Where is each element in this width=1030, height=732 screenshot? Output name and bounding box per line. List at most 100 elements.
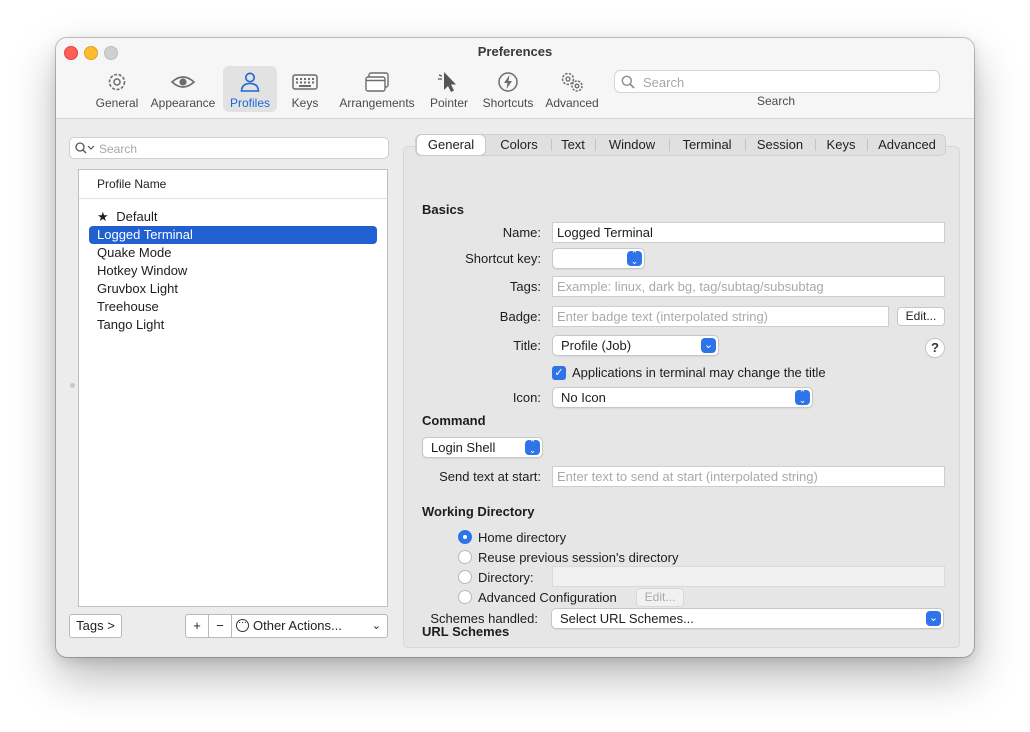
- person-icon: [240, 72, 260, 92]
- wd-home-label: Home directory: [478, 530, 567, 545]
- keyboard-icon: [292, 74, 318, 90]
- tab-separator: [595, 139, 596, 151]
- tab-colors[interactable]: Colors: [488, 135, 550, 155]
- updown-chevron-icon: ⌃ ⌄: [795, 389, 810, 405]
- profile-tabs: General Colors Text Window Terminal Sess…: [415, 134, 946, 156]
- command-section-title: Command: [422, 413, 486, 428]
- wd-directory-radio[interactable]: [458, 570, 472, 584]
- split-view-handle[interactable]: [70, 383, 75, 388]
- wd-reuse-label: Reuse previous session's directory: [478, 550, 679, 565]
- windows-icon: [365, 72, 389, 92]
- other-actions-label: Other Actions...: [253, 618, 342, 633]
- profile-name-column-header[interactable]: Profile Name: [79, 170, 387, 199]
- gears-icon: [561, 72, 583, 92]
- wd-home-radio[interactable]: [458, 530, 472, 544]
- tab-separator: [815, 139, 816, 151]
- toolbar: Preferences General Appearance Profiles …: [56, 38, 974, 119]
- profile-name: Treehouse: [97, 299, 159, 314]
- url-schemes-section-title: URL Schemes: [422, 624, 510, 639]
- command-popup[interactable]: Login Shell ⌃ ⌄: [422, 437, 543, 458]
- tab-general[interactable]: General: [417, 135, 485, 155]
- profile-row-hotkey-window[interactable]: Hotkey Window: [89, 262, 377, 280]
- preferences-search-input[interactable]: [641, 72, 935, 92]
- profile-search[interactable]: [69, 137, 389, 159]
- wd-directory-label: Directory:: [478, 570, 534, 585]
- chevron-down-icon: ⌄: [926, 611, 941, 626]
- remove-profile-button[interactable]: −: [208, 614, 232, 638]
- toolbar-item-arrangements[interactable]: Arrangements: [336, 66, 418, 112]
- tab-keys[interactable]: Keys: [817, 135, 865, 155]
- updown-chevron-icon: ⌃ ⌄: [627, 250, 642, 266]
- icon-popup[interactable]: No Icon ⌃ ⌄: [552, 387, 813, 408]
- basics-section-title: Basics: [422, 202, 464, 217]
- apps-change-title-label: Applications in terminal may change the …: [572, 365, 826, 380]
- working-directory-section-title: Working Directory: [422, 504, 535, 519]
- tab-advanced[interactable]: Advanced: [869, 135, 945, 155]
- profile-row-tango-light[interactable]: Tango Light: [89, 316, 377, 334]
- tab-terminal[interactable]: Terminal: [671, 135, 743, 155]
- eye-icon: [170, 76, 196, 88]
- tab-session[interactable]: Session: [747, 135, 813, 155]
- bolt-icon: [498, 72, 518, 92]
- star-icon: ★: [97, 209, 109, 224]
- search-icon: [621, 75, 635, 89]
- tags-label: Tags:: [509, 279, 541, 294]
- pointer-icon: [438, 72, 456, 92]
- shortcut-key-popup[interactable]: ⌃ ⌄: [552, 248, 645, 269]
- send-text-label: Send text at start:: [439, 469, 541, 484]
- badge-label: Badge:: [499, 309, 541, 324]
- profile-row-treehouse[interactable]: Treehouse: [89, 298, 377, 316]
- wd-advanced-radio[interactable]: [458, 590, 472, 604]
- toolbar-item-keys[interactable]: Keys: [284, 66, 326, 112]
- gear-icon: [108, 73, 126, 91]
- tags-field[interactable]: [552, 276, 945, 297]
- profile-name: Gruvbox Light: [97, 281, 178, 296]
- profile-row-gruvbox-light[interactable]: Gruvbox Light: [89, 280, 377, 298]
- toolbar-item-profiles[interactable]: Profiles: [223, 66, 277, 112]
- profile-row-logged-terminal[interactable]: Logged Terminal: [89, 226, 377, 244]
- window-title: Preferences: [477, 44, 553, 59]
- tab-separator: [551, 139, 552, 151]
- badge-field[interactable]: [552, 306, 889, 327]
- profile-name-field[interactable]: [552, 222, 945, 243]
- profile-row-quake-mode[interactable]: Quake Mode: [89, 244, 377, 262]
- url-schemes-popup[interactable]: Select URL Schemes... ⌄: [551, 608, 944, 629]
- help-button[interactable]: ?: [925, 338, 945, 358]
- profile-row-default[interactable]: ★ Default: [89, 208, 377, 226]
- profile-name: Logged Terminal: [97, 227, 193, 242]
- profile-settings-panel: Basics Name: Shortcut key: ⌃⌄ Tags: Badg…: [403, 146, 960, 648]
- profile-name: Quake Mode: [97, 245, 172, 260]
- tab-separator: [867, 139, 868, 151]
- title-label: Title:: [513, 338, 541, 353]
- toolbar-item-advanced[interactable]: Advanced: [542, 66, 602, 112]
- wd-reuse-radio[interactable]: [458, 550, 472, 564]
- profile-name: Default: [116, 209, 158, 224]
- toolbar-item-appearance[interactable]: Appearance: [149, 66, 217, 112]
- badge-edit-button[interactable]: Edit...: [897, 307, 945, 326]
- name-label: Name:: [502, 225, 541, 240]
- wd-advanced-edit-button[interactable]: Edit...: [636, 588, 684, 607]
- tab-text[interactable]: Text: [553, 135, 593, 155]
- shortcut-key-label: Shortcut key:: [465, 251, 541, 266]
- updown-chevron-icon: ⌃ ⌄: [525, 439, 540, 455]
- profile-name: Tango Light: [97, 317, 165, 332]
- toolbar-item-shortcuts[interactable]: Shortcuts: [480, 66, 536, 112]
- toolbar-item-general[interactable]: General: [92, 66, 142, 112]
- title-popup[interactable]: Profile (Job) ⌄: [552, 335, 719, 356]
- preferences-window: Preferences General Appearance Profiles …: [56, 38, 974, 657]
- tags-toggle-button[interactable]: Tags >: [69, 614, 122, 638]
- wd-advanced-label: Advanced Configuration: [478, 590, 617, 605]
- add-profile-button[interactable]: +: [185, 614, 209, 638]
- apps-change-title-checkbox[interactable]: ✓: [552, 366, 566, 380]
- profile-search-input[interactable]: [97, 139, 385, 158]
- toolbar-item-pointer[interactable]: Pointer: [424, 66, 474, 112]
- schemes-handled-label: Schemes handled:: [430, 611, 538, 626]
- icon-label: Icon:: [512, 390, 541, 405]
- search-menu-icon: [75, 142, 95, 154]
- tab-separator: [745, 139, 746, 151]
- tab-separator: [669, 139, 670, 151]
- send-text-field[interactable]: [552, 466, 945, 487]
- tab-window[interactable]: Window: [597, 135, 667, 155]
- wd-directory-field[interactable]: [552, 566, 945, 587]
- preferences-search[interactable]: [614, 70, 940, 93]
